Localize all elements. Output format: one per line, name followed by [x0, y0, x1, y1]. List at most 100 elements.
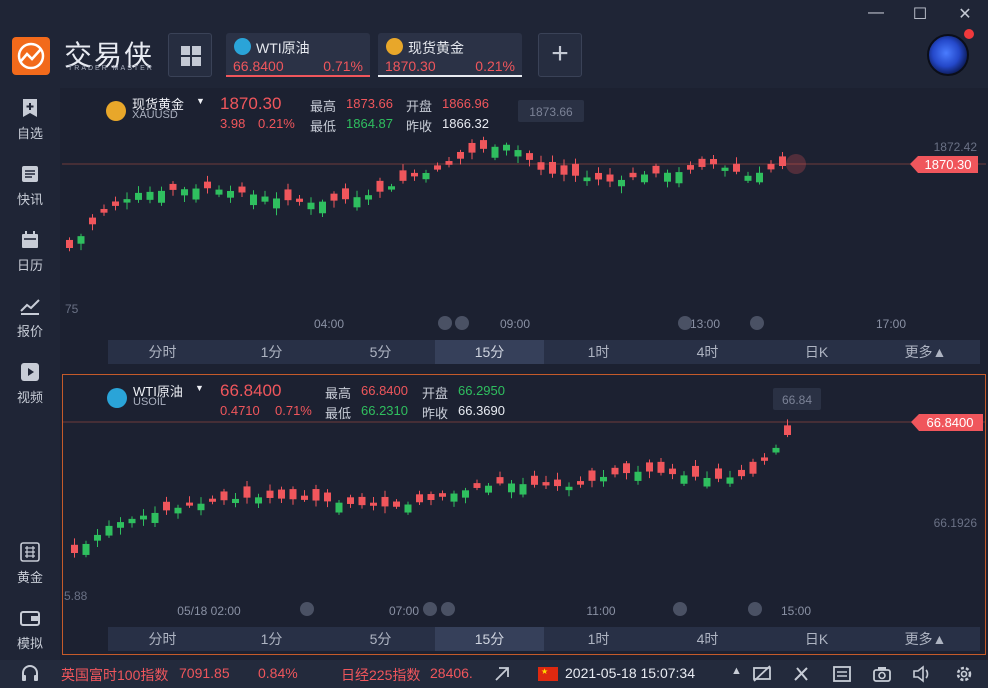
gold-icon: [386, 38, 403, 55]
timeframe-tab-active[interactable]: 15分: [435, 340, 544, 364]
oil-timeframe-bar: 分时 1分 5分 15分 1时 4时 日K 更多▲: [108, 627, 980, 651]
camera-icon[interactable]: [872, 665, 892, 683]
timeframe-tab[interactable]: 4时: [653, 627, 762, 651]
chevron-down-icon[interactable]: ▼: [195, 383, 204, 393]
candle-body: [508, 483, 515, 493]
status-bar: 英国富时100指数 7091.85 0.84% 日经225指数 28406. ★…: [0, 660, 988, 688]
timeframe-tab[interactable]: 分时: [108, 340, 217, 364]
notification-dot: [964, 29, 974, 39]
timeframe-tab[interactable]: 5分: [326, 340, 435, 364]
ticker-value: 7091.85: [179, 665, 230, 681]
candle-body: [514, 150, 522, 157]
user-avatar[interactable]: [927, 34, 969, 76]
sidebar-item-label: 日历: [16, 258, 43, 273]
timeframe-tab[interactable]: 5分: [326, 627, 435, 651]
timeframe-tab[interactable]: 1分: [217, 627, 326, 651]
gold-candlestick-chart[interactable]: 1872.42 75 1873.66 1870.30 04:00 09:00 1…: [62, 88, 986, 368]
event-marker-icon[interactable]: [678, 316, 692, 330]
event-marker-icon[interactable]: [300, 602, 314, 616]
candle-body: [572, 163, 579, 176]
candle-body: [698, 158, 706, 167]
oil-chart-panel[interactable]: 66.1926 5.88 66.84 66.8400 05/18 02:00 0…: [62, 374, 986, 655]
tab-wti-oil[interactable]: WTI原油 66.8400 0.71%: [226, 33, 370, 77]
layout-grid-button[interactable]: [168, 33, 212, 77]
ticker-name[interactable]: 英国富时100指数: [61, 665, 168, 685]
event-marker-icon[interactable]: [673, 602, 687, 616]
candle-body: [687, 165, 694, 170]
ticker-value: 28406.: [430, 665, 473, 681]
gold-open-value: 1866.96: [442, 96, 489, 111]
oil-axis-low-label: 5.88: [64, 589, 88, 603]
sidebar-item-news[interactable]: 快讯: [0, 164, 60, 208]
candle-body: [595, 172, 602, 180]
candle-body: [669, 468, 676, 475]
datetime: 2021-05-18 15:07:34: [565, 665, 695, 681]
event-marker-icon[interactable]: [748, 602, 762, 616]
sidebar-item-quotes[interactable]: 报价: [0, 296, 60, 340]
timeframe-more[interactable]: 更多▲: [871, 340, 980, 364]
oil-time-label: 11:00: [586, 604, 615, 618]
sidebar-item-video[interactable]: 视频: [0, 362, 60, 406]
candle-body: [439, 493, 446, 497]
candle-body: [600, 476, 607, 482]
timeframe-more[interactable]: 更多▲: [871, 627, 980, 651]
chevron-down-icon[interactable]: ▼: [196, 96, 205, 106]
timeframe-tab-active[interactable]: 15分: [435, 627, 544, 651]
gold-chart-panel[interactable]: 1872.42 75 1873.66 1870.30 04:00 09:00 1…: [62, 88, 986, 368]
sidebar-item-label: 黄金: [16, 570, 43, 585]
timeframe-tab[interactable]: 1时: [544, 340, 653, 364]
event-marker-icon[interactable]: [423, 602, 437, 616]
scroll-toggle-icon[interactable]: [494, 666, 512, 682]
event-marker-icon[interactable]: [455, 316, 469, 330]
event-marker-icon[interactable]: [750, 316, 764, 330]
timeframe-tab[interactable]: 1时: [544, 627, 653, 651]
screen-off-icon[interactable]: [752, 665, 772, 683]
headset-icon[interactable]: [20, 665, 40, 683]
tab-change-pct: 0.71%: [323, 58, 363, 74]
sidebar-item-label: 模拟: [16, 636, 43, 651]
tools-icon[interactable]: [792, 665, 812, 683]
gold-change: 3.98: [220, 116, 246, 131]
candle-body: [738, 469, 745, 477]
add-tab-button[interactable]: +: [538, 33, 582, 77]
settings-gear-icon[interactable]: [954, 665, 974, 683]
ticker-name[interactable]: 日经225指数: [341, 665, 420, 685]
minimize-button[interactable]: —: [866, 4, 886, 22]
caret-up-icon[interactable]: ▲: [731, 665, 742, 677]
event-marker-icon[interactable]: [438, 316, 452, 330]
tab-spot-gold[interactable]: 现货黄金 1870.30 0.21%: [378, 33, 522, 77]
candle-body: [158, 190, 165, 203]
sidebar-item-watchlist[interactable]: 自选: [0, 98, 60, 142]
timeframe-tab[interactable]: 日K: [762, 340, 871, 364]
timeframe-tab[interactable]: 日K: [762, 627, 871, 651]
app-window: 交易侠 TRADER MASTER WTI原油 66.8400 0.71% 现货…: [0, 0, 988, 688]
timeframe-tab[interactable]: 分时: [108, 627, 217, 651]
menu-box-icon[interactable]: [832, 665, 852, 683]
candle-body: [542, 482, 550, 486]
candle-body: [358, 496, 366, 506]
candle-body: [761, 457, 768, 461]
timeframe-tab[interactable]: 4时: [653, 340, 762, 364]
candle-body: [588, 470, 596, 481]
tab-price: 1870.30: [385, 58, 436, 74]
oil-prev-close-label: 昨收: [422, 406, 449, 421]
candle-body: [629, 172, 637, 178]
candle-body: [480, 140, 487, 149]
timeframe-tab[interactable]: 1分: [217, 340, 326, 364]
close-button[interactable]: ✕: [955, 4, 975, 24]
gold-last-price: 1870.30: [220, 94, 282, 113]
event-marker-icon[interactable]: [441, 602, 455, 616]
gold-bars-icon: [20, 542, 40, 562]
candle-body: [664, 172, 671, 182]
gold-prev-close-value: 1866.32: [442, 116, 489, 131]
title-bar: 交易侠 TRADER MASTER WTI原油 66.8400 0.71% 现货…: [0, 0, 988, 88]
sidebar-item-calendar[interactable]: 日历: [0, 230, 60, 274]
candle-body: [347, 497, 354, 504]
maximize-button[interactable]: ☐: [910, 4, 930, 24]
speaker-icon[interactable]: [912, 665, 932, 683]
candle-body: [606, 174, 614, 182]
sidebar-item-gold[interactable]: 黄金: [0, 542, 60, 586]
candle-body: [370, 502, 377, 506]
sidebar-item-simulate[interactable]: 模拟: [0, 608, 60, 652]
oil-candlestick-chart[interactable]: 66.1926 5.88 66.84 66.8400 05/18 02:00 0…: [63, 375, 985, 654]
